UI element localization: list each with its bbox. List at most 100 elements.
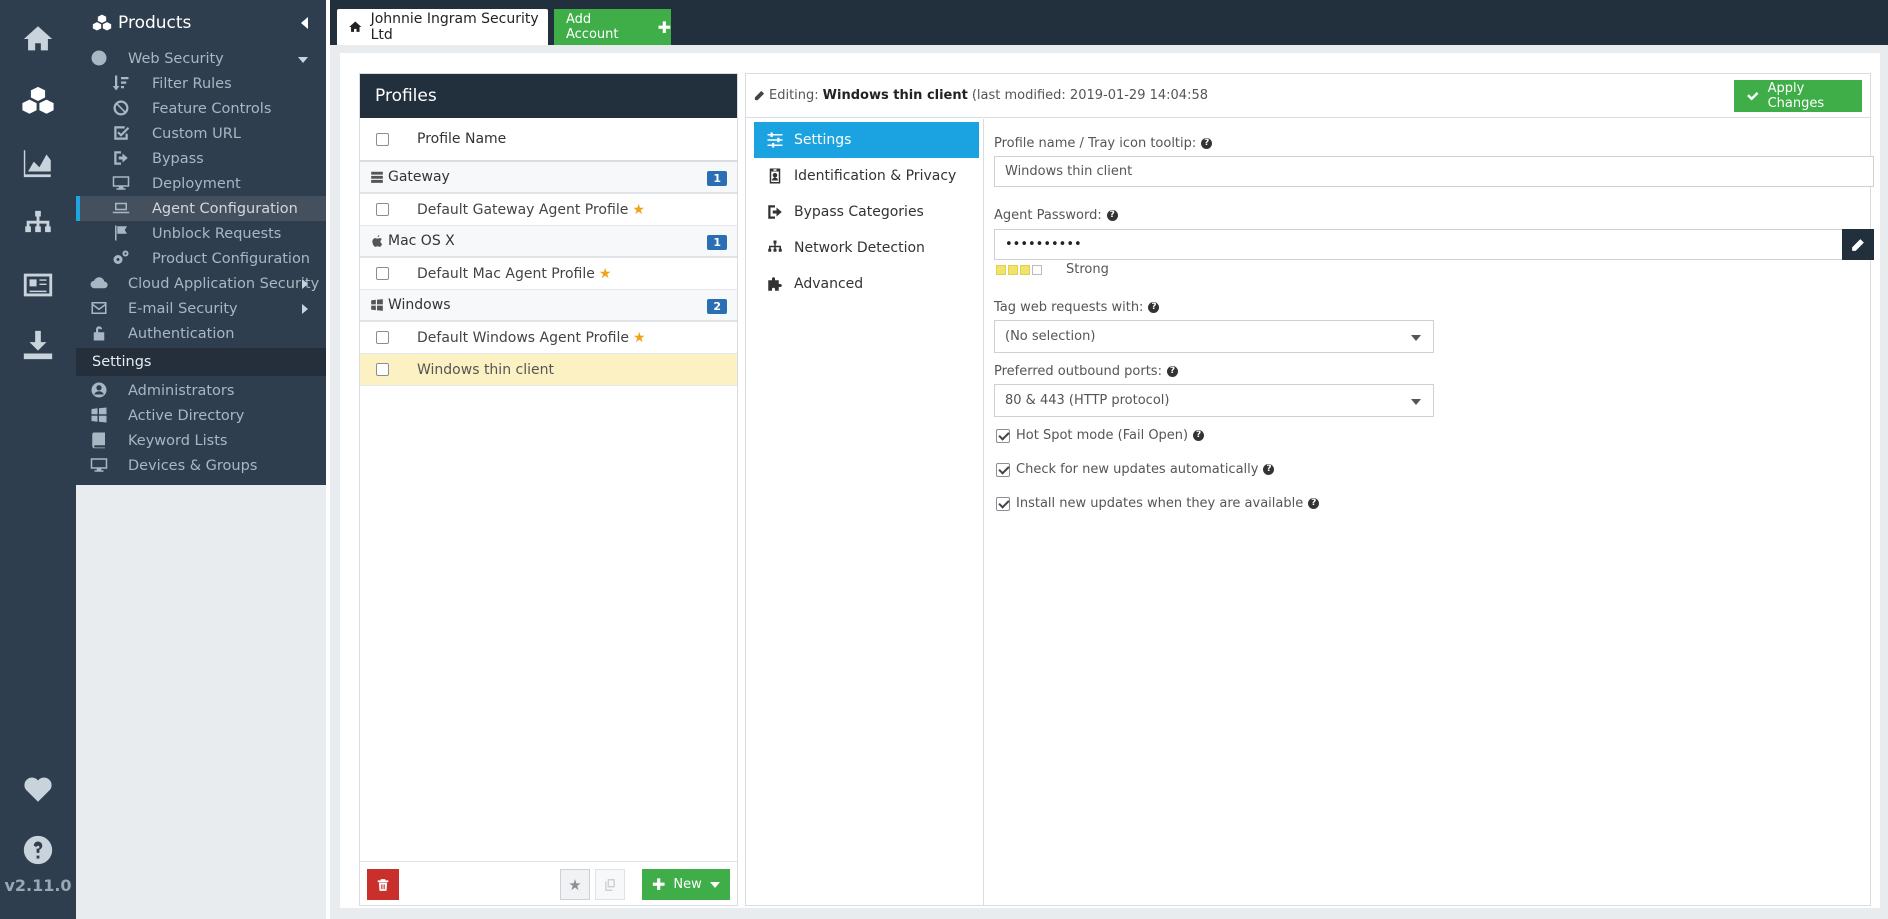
nav-feature-controls[interactable]: Feature Controls [76,96,326,121]
products-header[interactable]: Products [76,0,326,46]
plus-icon: ✚ [657,17,671,37]
profiles-panel: Profiles Profile Name Gateway 1 Default … [359,73,738,906]
nav-devices-groups[interactable]: Devices & Groups [76,453,326,478]
group-gateway[interactable]: Gateway 1 [360,162,737,194]
tab-label: Settings [794,132,852,148]
select-all-checkbox[interactable] [376,132,389,146]
agent-password-label: Agent Password: ? [994,208,1118,223]
nav-product-configuration[interactable]: Product Configuration [76,246,326,271]
nav-item-label: Agent Configuration [152,200,298,217]
nav-administrators[interactable]: Administrators [76,378,326,403]
row-checkbox[interactable] [376,331,389,344]
apply-changes-button[interactable]: Apply Changes [1734,80,1862,112]
tab-settings[interactable]: Settings [754,122,979,158]
tab-network-detection[interactable]: Network Detection [754,230,979,266]
checkbox-checked[interactable] [996,428,1010,443]
nav-empty-area [76,485,326,919]
tab-advanced[interactable]: Advanced [754,266,979,302]
help-icon[interactable]: ? [1148,302,1160,313]
nav-item-label: Unblock Requests [152,225,282,242]
label-text: Agent Password: [994,208,1102,223]
profile-name-input[interactable]: Windows thin client [994,156,1874,187]
nav-custom-url[interactable]: Custom URL [76,121,326,146]
agent-password-input[interactable]: •••••••••• [994,229,1843,260]
products-cubes-icon[interactable] [0,84,76,122]
help-icon[interactable]: ? [1201,138,1213,149]
collapse-left-icon[interactable] [301,17,308,29]
check-updates-checkbox[interactable]: Check for new updates automatically ? [996,462,1275,477]
nav-item-label: Devices & Groups [128,457,258,474]
nav-bypass[interactable]: Bypass [76,146,326,171]
profile-row[interactable]: Default Windows Agent Profile ★ [360,322,737,354]
group-mac-os-x[interactable]: Mac OS X 1 [360,226,737,258]
nav-web-security[interactable]: Web Security [76,46,326,71]
row-checkbox[interactable] [376,363,389,376]
outbound-ports-label: Preferred outbound ports: ? [994,364,1178,379]
reports-chart-icon[interactable] [0,146,76,184]
copy-button[interactable] [595,869,625,900]
nav-active-directory[interactable]: Active Directory [76,403,326,428]
envelope-icon [90,299,108,317]
nav-keyword-lists[interactable]: Keyword Lists [76,428,326,453]
hotspot-mode-checkbox[interactable]: Hot Spot mode (Fail Open) ? [996,428,1205,443]
group-windows[interactable]: Windows 2 [360,290,737,322]
ban-icon [112,99,130,117]
add-account-button[interactable]: Add Account ✚ [554,9,671,45]
help-icon[interactable]: ? [1308,498,1320,509]
id-badge-icon [769,168,781,184]
help-icon[interactable] [0,833,76,871]
group-count-badge: 1 [707,235,727,250]
network-sitemap-icon[interactable] [0,208,76,246]
profile-row[interactable]: Default Gateway Agent Profile ★ [360,194,737,226]
nav-cloud-application-security[interactable]: Cloud Application Security [76,271,326,296]
nav-email-security[interactable]: E-mail Security [76,296,326,321]
pencil-icon [754,90,765,101]
group-count-badge: 1 [707,171,727,186]
content-area: Profiles Profile Name Gateway 1 Default … [330,45,1888,919]
group-name: Windows [388,297,451,313]
outbound-ports-select[interactable]: 80 & 443 (HTTP protocol) [994,384,1434,417]
tab-bypass-categories[interactable]: Bypass Categories [754,194,979,230]
password-strength: Strong [996,262,1109,277]
nav-agent-configuration[interactable]: Agent Configuration [76,196,326,221]
select-value: (No selection) [1005,329,1096,344]
row-checkbox[interactable] [376,267,389,280]
set-default-button[interactable]: ★ [560,869,590,900]
help-icon[interactable]: ? [1193,430,1205,441]
tab-identification-privacy[interactable]: Identification & Privacy [754,158,979,194]
profile-row-selected[interactable]: Windows thin client [360,354,737,386]
row-checkbox[interactable] [376,203,389,216]
strength-bar [1020,264,1030,275]
nav-authentication[interactable]: Authentication [76,321,326,346]
strength-bar [1032,264,1042,275]
edit-password-button[interactable] [1842,229,1874,260]
help-icon[interactable]: ? [1106,210,1118,221]
delete-button[interactable] [367,869,399,900]
new-button[interactable]: ✚ New [642,869,730,900]
add-account-label: Add Account [566,12,619,42]
version-label: v2.11.0 [4,876,72,895]
install-updates-checkbox[interactable]: Install new updates when they are availa… [996,496,1320,511]
id-card-icon[interactable] [0,268,76,306]
trash-icon [377,878,389,891]
star-icon: ★ [598,265,612,282]
column-profile-name: Profile Name [417,131,507,147]
checkbox-label: Install new updates when they are availa… [1016,496,1304,511]
cloud-icon [90,274,108,292]
tag-requests-select[interactable]: (No selection) [994,320,1434,353]
heart-icon[interactable] [0,772,76,810]
checkbox-checked[interactable] [996,462,1010,477]
help-icon[interactable]: ? [1166,366,1178,377]
download-icon[interactable] [0,328,76,366]
account-tab[interactable]: Johnnie Ingram Security Ltd [337,9,548,45]
profile-row[interactable]: Default Mac Agent Profile ★ [360,258,737,290]
checkbox-checked[interactable] [996,496,1010,511]
settings-header[interactable]: Settings [76,348,326,376]
home-icon[interactable] [0,22,76,60]
nav-deployment[interactable]: Deployment [76,171,326,196]
nav-unblock-requests[interactable]: Unblock Requests [76,221,326,246]
nav-filter-rules[interactable]: Filter Rules [76,71,326,96]
last-modified: (last modified: 2019-01-29 14:04:58 [971,88,1208,103]
chevron-right-icon [302,304,308,314]
help-icon[interactable]: ? [1263,464,1275,475]
